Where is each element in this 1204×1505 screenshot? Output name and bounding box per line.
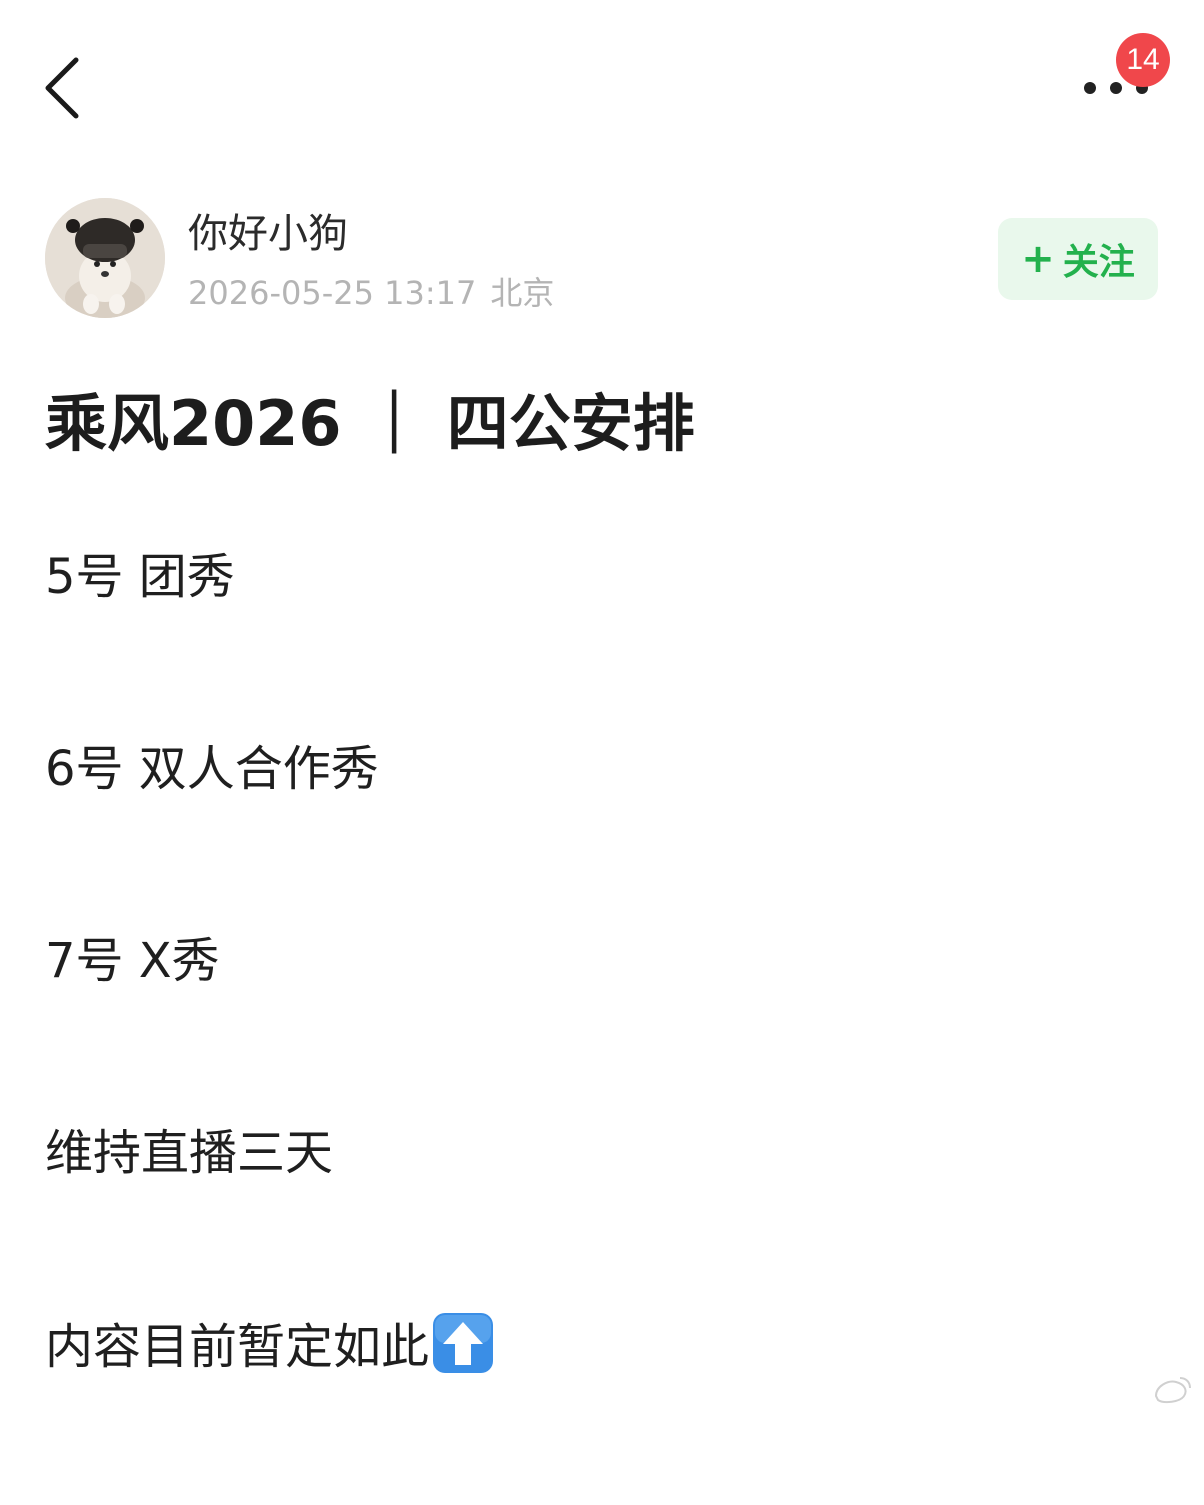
- up-arrow-emoji-icon: [433, 1313, 494, 1373]
- post-timestamp: 2026-05-25 13:17: [188, 274, 477, 312]
- post-title: 乘风2026 ｜ 四公安排: [45, 387, 695, 460]
- dog-avatar-image: [45, 198, 165, 318]
- avatar[interactable]: [45, 198, 165, 318]
- chevron-left-icon: [45, 57, 79, 119]
- post-line-text: 内容目前暂定如此: [45, 1319, 430, 1375]
- post-line: 6号 双人合作秀: [45, 741, 379, 797]
- post-line: 维持直播三天: [45, 1125, 334, 1181]
- post-location: 北京: [490, 274, 555, 312]
- post-meta: 2026-05-25 13:17 北京: [188, 272, 554, 314]
- plus-icon: +: [1021, 236, 1055, 282]
- post-body: 5号 团秀 6号 双人合作秀 7号 X秀 维持直播三天 内容目前暂定如此: [45, 545, 1145, 1505]
- post-line-last: 内容目前暂定如此: [45, 1313, 1145, 1505]
- author-name[interactable]: 你好小狗: [188, 206, 348, 262]
- back-button[interactable]: [38, 52, 94, 124]
- notification-badge: 14: [1116, 33, 1170, 87]
- post-line: 7号 X秀: [45, 933, 220, 989]
- post-line: 5号 团秀: [45, 549, 235, 605]
- follow-button[interactable]: + 关注: [998, 218, 1158, 300]
- follow-label: 关注: [1062, 242, 1135, 283]
- weibo-watermark-icon: [1154, 1377, 1191, 1404]
